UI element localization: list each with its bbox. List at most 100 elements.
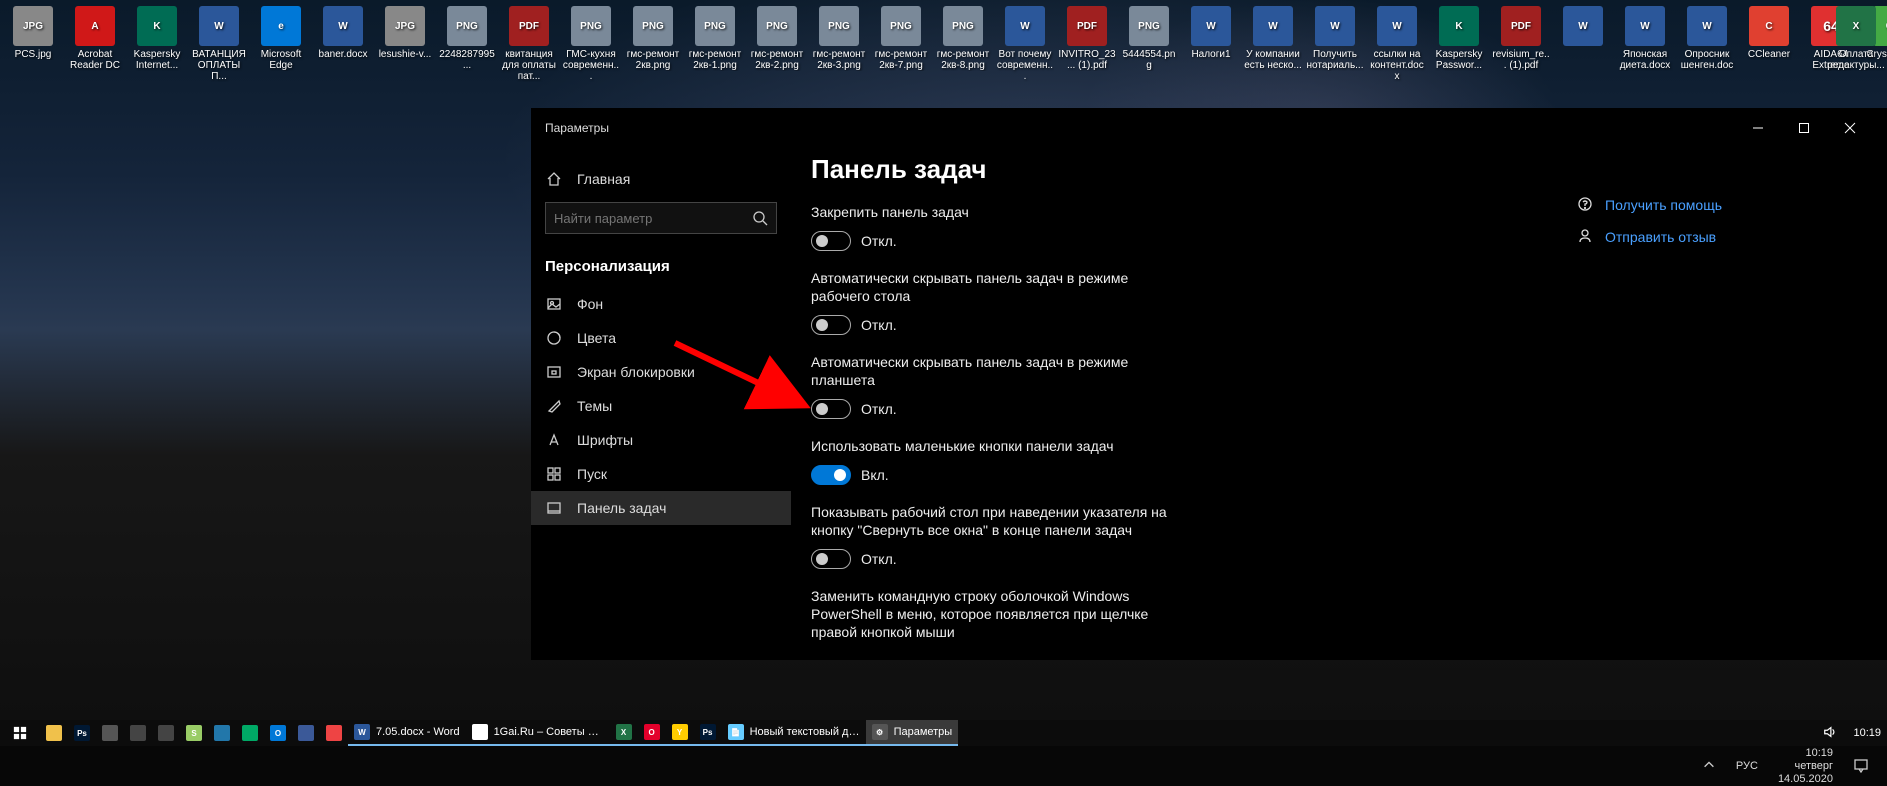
nav-item-colors[interactable]: Цвета: [531, 321, 791, 355]
notifications-icon[interactable]: [1853, 757, 1869, 776]
file-label: Kaspersky Internet...: [128, 49, 186, 71]
taskbar-item-label: 7.05.docx - Word: [376, 726, 460, 738]
side-link-help[interactable]: Получить помощь: [1577, 196, 1867, 214]
desktop-icon[interactable]: PDFINVITRO_23... (1).pdf: [1056, 4, 1118, 86]
file-label: гмс-ремонт 2кв.png: [624, 49, 682, 71]
desktop-icon[interactable]: Wbaner.docx: [312, 4, 374, 86]
desktop-icon[interactable]: PNGгмс-ремонт 2кв-3.png: [808, 4, 870, 86]
desktop-icon[interactable]: PNGгмс-ремонт 2кв.png: [622, 4, 684, 86]
taskbar-pinned-item[interactable]: [236, 720, 264, 746]
taskbar-running-item[interactable]: X: [610, 720, 638, 746]
desktop-icon[interactable]: WПолучить нотариаль...: [1304, 4, 1366, 86]
desktop-icon[interactable]: PNGгмс-ремонт 2кв-7.png: [870, 4, 932, 86]
desktop-icon[interactable]: WВот почему современн...: [994, 4, 1056, 86]
file-icon: PNG: [447, 6, 487, 46]
nav-item-start[interactable]: Пуск: [531, 457, 791, 491]
taskbar-running-item[interactable]: Y: [666, 720, 694, 746]
desktop-icon[interactable]: AAcrobat Reader DC: [64, 4, 126, 86]
app-icon: Ps: [74, 725, 90, 741]
system-tray[interactable]: [1813, 725, 1847, 742]
fonts-icon: [545, 431, 563, 449]
nav-item-lockscreen[interactable]: Экран блокировки: [531, 355, 791, 389]
toggle-switch[interactable]: [811, 231, 851, 251]
file-icon: PNG: [571, 6, 611, 46]
taskbar-pinned-item[interactable]: Ps: [68, 720, 96, 746]
file-icon: A: [75, 6, 115, 46]
desktop-icon[interactable]: eMicrosoft Edge: [250, 4, 312, 86]
toggle-switch[interactable]: [811, 399, 851, 419]
side-link-feedback[interactable]: Отправить отзыв: [1577, 228, 1867, 246]
desktop-icon[interactable]: PDFквитанция для оплаты пат...: [498, 4, 560, 86]
taskbar-running-item[interactable]: O: [638, 720, 666, 746]
taskbar-running-item[interactable]: Ps: [694, 720, 722, 746]
nav-item-background[interactable]: Фон: [531, 287, 791, 321]
desktop-icon[interactable]: WЯпонская диета.docx: [1614, 4, 1676, 86]
feedback-icon: [1577, 228, 1595, 246]
maximize-button[interactable]: [1781, 112, 1827, 144]
file-label: гмс-ремонт 2кв-1.png: [686, 49, 744, 71]
file-icon: W: [1563, 6, 1603, 46]
desktop-icon[interactable]: PNGгмс-ремонт 2кв-2.png: [746, 4, 808, 86]
file-icon: W: [323, 6, 363, 46]
desktop-icon[interactable]: JPGPCS.jpg: [2, 4, 64, 86]
desktop-icon[interactable]: KKaspersky Internet...: [126, 4, 188, 86]
file-label: Оплата редактуры...: [1827, 49, 1885, 71]
taskbar-pinned-item[interactable]: [124, 720, 152, 746]
file-icon: e: [261, 6, 301, 46]
desktop-icon[interactable]: W: [1552, 4, 1614, 86]
taskbar-running-item[interactable]: ⚙Параметры: [866, 720, 959, 746]
desktop-icon[interactable]: PNGГМС-кухня современн...: [560, 4, 622, 86]
desktop-icon[interactable]: XОплата редактуры...: [1825, 4, 1887, 73]
start-button[interactable]: [0, 720, 40, 746]
toggle-switch[interactable]: [811, 549, 851, 569]
desktop-icon[interactable]: JPGlesushie-v...: [374, 4, 436, 86]
taskbar-running-item[interactable]: ◉1Gai.Ru – Советы и т...: [466, 720, 610, 746]
desktop-icon[interactable]: PNG5444554.png: [1118, 4, 1180, 86]
volume-icon[interactable]: [1823, 725, 1837, 742]
file-icon: C: [1749, 6, 1789, 46]
taskbar-running-item[interactable]: W7.05.docx - Word: [348, 720, 466, 746]
desktop-icon[interactable]: WУ компании есть неско...: [1242, 4, 1304, 86]
file-label: гмс-ремонт 2кв-3.png: [810, 49, 868, 71]
taskbar-pinned-item[interactable]: O: [264, 720, 292, 746]
taskbar-pinned-item[interactable]: [320, 720, 348, 746]
desktop-icon[interactable]: KKaspersky Passwor...: [1428, 4, 1490, 86]
taskbar-pinned-item[interactable]: [96, 720, 124, 746]
nav-search[interactable]: [545, 202, 777, 234]
taskbar-pinned-item[interactable]: [152, 720, 180, 746]
search-input[interactable]: [554, 211, 752, 226]
date-time[interactable]: 10:19 четверг 14.05.2020: [1778, 747, 1833, 786]
language-indicator[interactable]: РУС: [1736, 760, 1758, 772]
desktop-icon[interactable]: WОпросник шенген.doc: [1676, 4, 1738, 86]
nav-home[interactable]: Главная: [531, 162, 791, 196]
toggle-switch[interactable]: [811, 465, 851, 485]
desktop-icon[interactable]: CCCleaner: [1738, 4, 1800, 86]
desktop-icon[interactable]: PNGгмс-ремонт 2кв-1.png: [684, 4, 746, 86]
desktop-icon[interactable]: PDFrevisium_re... (1).pdf: [1490, 4, 1552, 86]
chevron-up-icon[interactable]: [1702, 758, 1716, 775]
file-icon: W: [1687, 6, 1727, 46]
taskbar-running-item[interactable]: 📄Новый текстовый до...: [722, 720, 866, 746]
taskbar: Ps S O W7.05.docx - Word◉1Gai.Ru – Советы …: [0, 720, 1887, 746]
desktop-icon[interactable]: Wссылки на контент.docx: [1366, 4, 1428, 86]
close-button[interactable]: [1827, 112, 1873, 144]
home-icon: [545, 170, 563, 188]
taskbar-clock[interactable]: 10:19: [1847, 720, 1887, 746]
taskbar-pinned-item[interactable]: S: [180, 720, 208, 746]
minimize-button[interactable]: [1735, 112, 1781, 144]
taskbar-pinned-item[interactable]: [292, 720, 320, 746]
file-label: baner.docx: [314, 49, 372, 60]
desktop-icon[interactable]: PNG2248287995...: [436, 4, 498, 86]
desktop-icon[interactable]: WВАТАНЦИЯ ОПЛАТЫ П...: [188, 4, 250, 86]
toggle-switch[interactable]: [811, 315, 851, 335]
nav-item-fonts[interactable]: Шрифты: [531, 423, 791, 457]
desktop-wallpaper[interactable]: JPGPCS.jpgAAcrobat Reader DCKKaspersky I…: [0, 0, 1887, 786]
taskbar-pinned-item[interactable]: [208, 720, 236, 746]
file-icon: JPG: [385, 6, 425, 46]
file-icon: PNG: [881, 6, 921, 46]
taskbar-pinned-item[interactable]: [40, 720, 68, 746]
nav-item-taskbar[interactable]: Панель задач: [531, 491, 791, 525]
desktop-icon[interactable]: PNGгмс-ремонт 2кв-8.png: [932, 4, 994, 86]
nav-item-themes[interactable]: Темы: [531, 389, 791, 423]
desktop-icon[interactable]: WНалоги1: [1180, 4, 1242, 86]
